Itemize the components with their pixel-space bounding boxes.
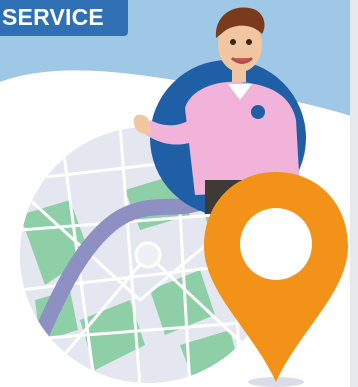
service-header-tab: SERVICE	[0, 0, 128, 36]
right-edge-strip	[350, 0, 358, 387]
logo-badge-icon	[251, 105, 265, 119]
service-illustration	[0, 0, 358, 387]
service-hero-panel: SERVICE	[0, 0, 358, 387]
service-label: SERVICE	[2, 4, 104, 30]
